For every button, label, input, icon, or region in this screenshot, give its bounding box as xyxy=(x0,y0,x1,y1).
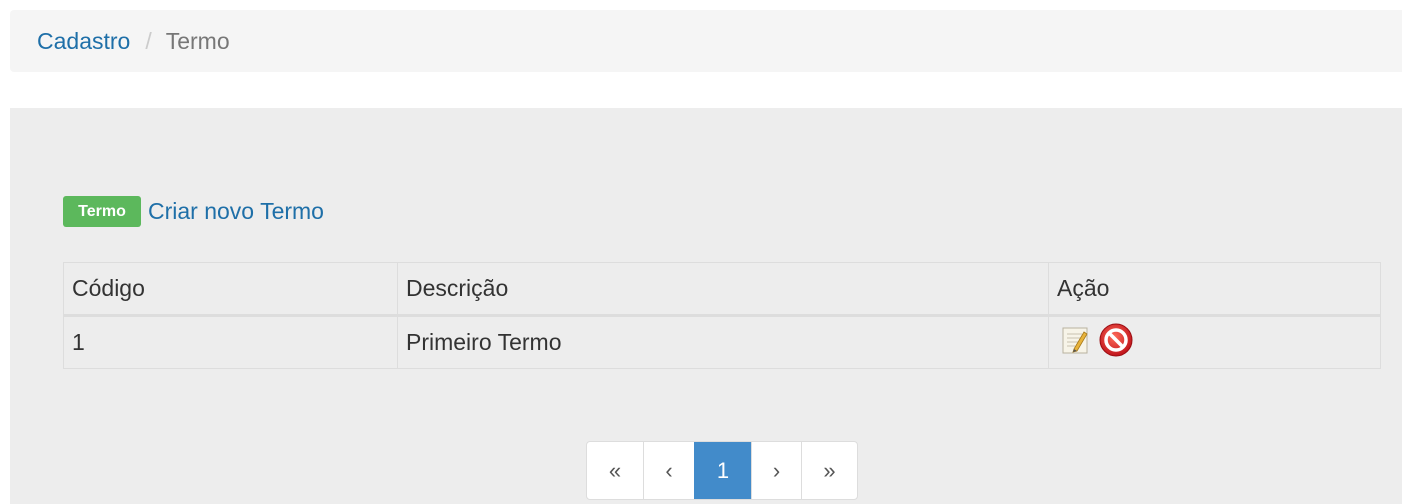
column-header-descricao: Descrição xyxy=(397,262,1049,317)
termo-badge: Termo xyxy=(63,196,141,227)
content-panel: Termo Criar novo Termo Código Descrição … xyxy=(10,108,1402,504)
breadcrumb-current: Termo xyxy=(165,27,230,54)
column-header-acao: Ação xyxy=(1048,262,1381,317)
pagination-first[interactable]: « xyxy=(587,442,643,499)
pagination-page-1[interactable]: 1 xyxy=(694,442,751,499)
edit-icon[interactable] xyxy=(1060,324,1090,362)
delete-icon[interactable] xyxy=(1098,322,1134,364)
pagination-last[interactable]: » xyxy=(801,442,857,499)
pagination: « ‹ 1 › » xyxy=(586,441,858,500)
termo-table: Código Descrição Ação 1 Primeiro Termo xyxy=(63,262,1381,369)
breadcrumb: Cadastro / Termo xyxy=(10,10,1402,72)
create-termo-link[interactable]: Criar novo Termo xyxy=(148,198,324,225)
breadcrumb-link-cadastro[interactable]: Cadastro xyxy=(37,28,130,55)
pagination-next[interactable]: › xyxy=(751,442,801,499)
column-header-codigo: Código xyxy=(63,262,398,317)
cell-codigo: 1 xyxy=(63,315,398,369)
table-header-row: Código Descrição Ação xyxy=(63,262,1381,317)
cell-descricao: Primeiro Termo xyxy=(397,315,1049,369)
cell-acao xyxy=(1048,315,1381,369)
create-row: Termo Criar novo Termo xyxy=(63,196,324,227)
table-row: 1 Primeiro Termo xyxy=(63,315,1381,369)
breadcrumb-separator: / xyxy=(145,27,152,54)
pagination-prev[interactable]: ‹ xyxy=(643,442,694,499)
